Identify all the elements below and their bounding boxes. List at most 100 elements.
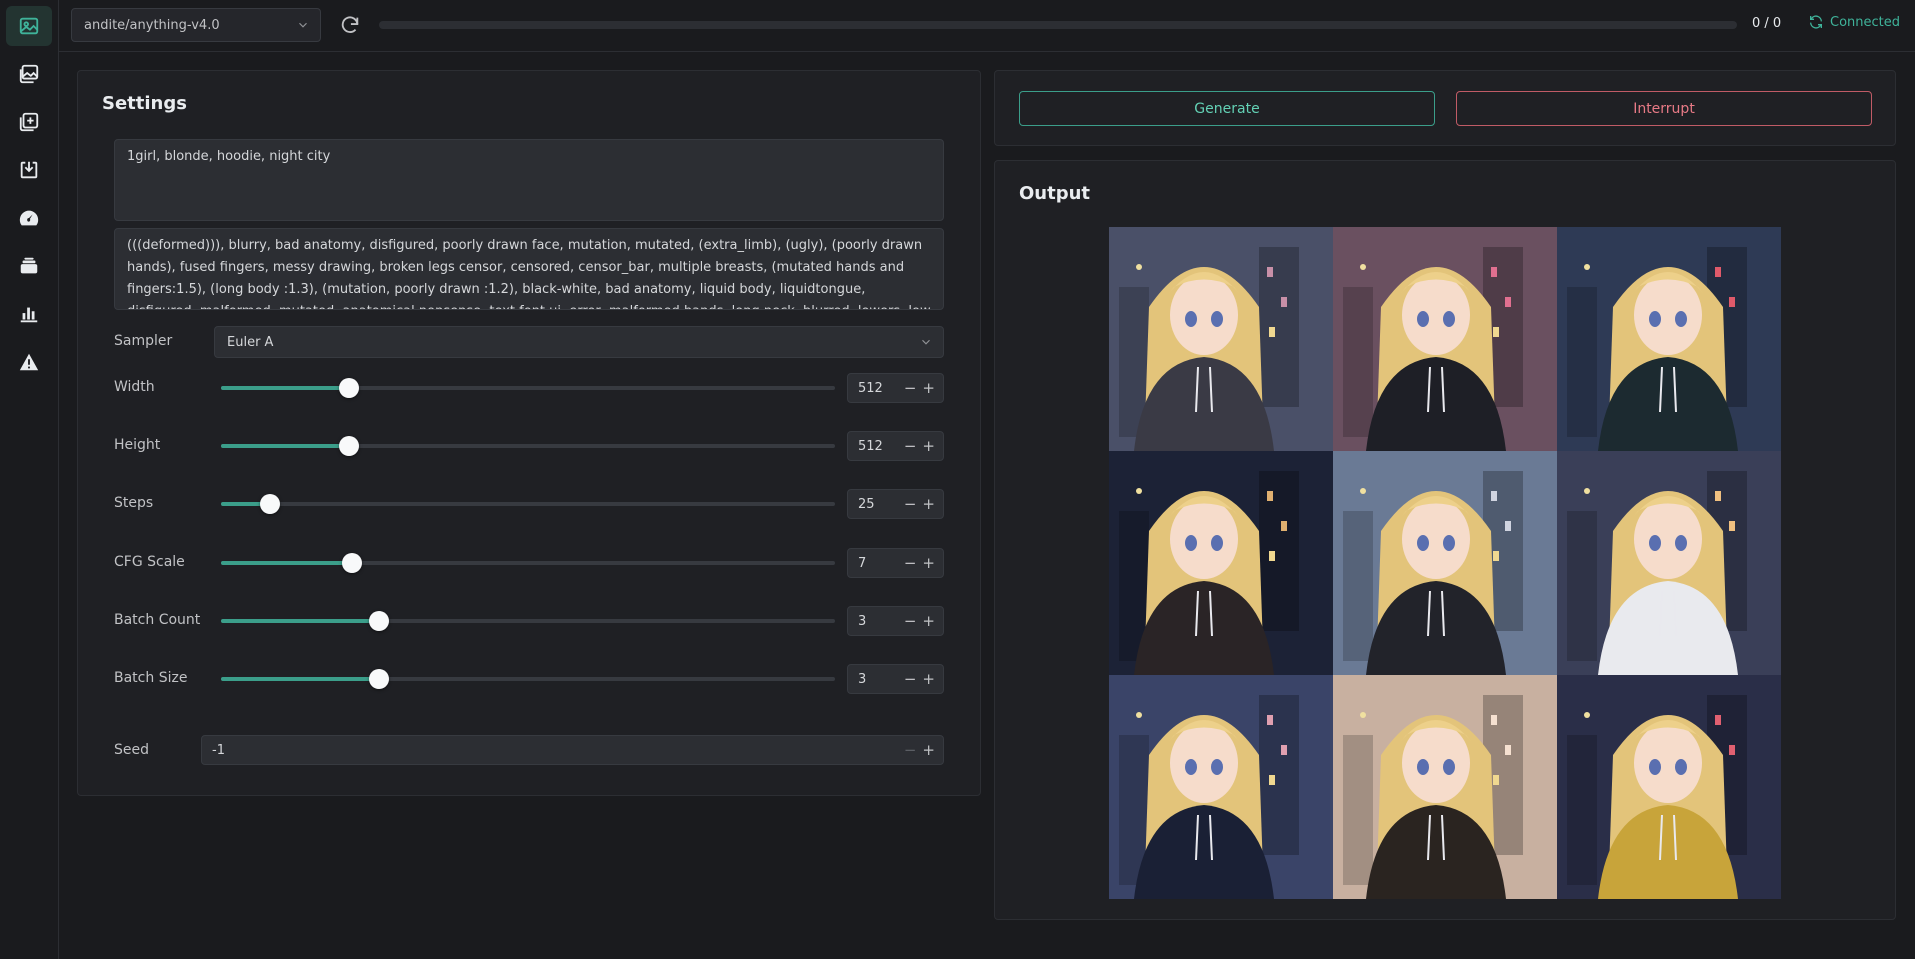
sidebar-item-downloads[interactable]	[6, 150, 52, 190]
model-select[interactable]: andite/anything-v4.0	[71, 8, 321, 42]
number-input-value: 7	[858, 555, 867, 571]
slider-track[interactable]	[221, 611, 835, 631]
slider-label: Batch Size	[114, 670, 188, 686]
number-stepper: − +	[904, 496, 935, 512]
decrement-button[interactable]: −	[904, 438, 917, 454]
seed-increment-button[interactable]: +	[922, 742, 935, 758]
output-image[interactable]	[1557, 451, 1781, 675]
output-image-render	[1557, 227, 1781, 451]
number-input[interactable]: 512 − +	[847, 373, 944, 403]
seed-input[interactable]: -1 − +	[201, 735, 944, 765]
number-input-value: 512	[858, 380, 883, 396]
slider-label: Width	[114, 379, 155, 395]
settings-panel: Settings 1girl, blonde, hoodie, night ci…	[77, 70, 981, 796]
slider-track[interactable]	[221, 436, 835, 456]
slider-thumb[interactable]	[260, 494, 281, 514]
increment-button[interactable]: +	[922, 671, 935, 687]
number-stepper: − +	[904, 555, 935, 571]
sidebar-item-errors[interactable]	[6, 342, 52, 382]
status-label: Connected	[1830, 14, 1901, 30]
number-input[interactable]: 512 − +	[847, 431, 944, 461]
number-input[interactable]: 25 − +	[847, 489, 944, 519]
slider-thumb[interactable]	[368, 669, 389, 689]
decrement-button[interactable]: −	[904, 380, 917, 396]
output-image-render	[1557, 451, 1781, 675]
sidebar-item-models[interactable]	[6, 198, 52, 238]
output-image-render	[1333, 675, 1557, 899]
number-input-value: 25	[858, 496, 875, 512]
output-image[interactable]	[1333, 227, 1557, 451]
action-panel: Generate Interrupt	[994, 70, 1896, 146]
output-image-render	[1109, 675, 1333, 899]
seed-decrement-button[interactable]: −	[904, 742, 917, 758]
stack-icon	[20, 257, 38, 274]
chevron-down-icon	[922, 339, 930, 345]
output-image[interactable]	[1333, 675, 1557, 899]
interrupt-button[interactable]: Interrupt	[1456, 91, 1872, 126]
increment-button[interactable]: +	[922, 380, 935, 396]
decrement-button[interactable]: −	[904, 555, 917, 571]
sidebar-item-txt2img[interactable]	[6, 6, 52, 46]
slider-track[interactable]	[221, 378, 835, 398]
top-bar: andite/anything-v4.0 0 / 0 Connected	[59, 0, 1915, 52]
output-image-render	[1557, 675, 1781, 899]
number-input-value: 3	[858, 613, 867, 629]
model-select-value: andite/anything-v4.0	[84, 17, 220, 33]
slider-thumb[interactable]	[339, 378, 360, 398]
slider-fill	[221, 386, 350, 390]
image-icon	[19, 17, 39, 35]
generate-button[interactable]: Generate	[1019, 91, 1435, 126]
slider-thumb[interactable]	[339, 436, 360, 456]
sync-icon	[1810, 15, 1822, 29]
sampler-label: Sampler	[114, 333, 173, 349]
sidebar-item-stats[interactable]	[6, 294, 52, 334]
number-input[interactable]: 3 − +	[847, 606, 944, 636]
decrement-button[interactable]: −	[904, 613, 917, 629]
slider-thumb[interactable]	[342, 553, 363, 573]
output-panel: Output	[994, 160, 1896, 920]
increment-button[interactable]: +	[922, 613, 935, 629]
slider-fill	[221, 619, 379, 623]
prompt-input[interactable]: 1girl, blonde, hoodie, night city	[114, 139, 944, 221]
progress-bar	[379, 21, 1737, 29]
increment-button[interactable]: +	[922, 555, 935, 571]
progress-text: 0 / 0	[1752, 16, 1782, 31]
slider-label: Steps	[114, 495, 154, 511]
output-image[interactable]	[1333, 451, 1557, 675]
slider-thumb[interactable]	[368, 611, 389, 631]
output-image[interactable]	[1109, 451, 1333, 675]
output-image-render	[1333, 451, 1557, 675]
output-image[interactable]	[1109, 675, 1333, 899]
slider-label: CFG Scale	[114, 554, 185, 570]
decrement-button[interactable]: −	[904, 671, 917, 687]
sidebar-item-extras[interactable]	[6, 102, 52, 142]
connection-status: Connected	[1808, 14, 1900, 30]
slider-fill	[221, 677, 379, 681]
decrement-button[interactable]: −	[904, 496, 917, 512]
slider-track[interactable]	[221, 669, 835, 689]
refresh-icon[interactable]	[339, 14, 361, 36]
output-image[interactable]	[1557, 675, 1781, 899]
sidebar-item-storage[interactable]	[6, 246, 52, 286]
number-stepper: − +	[904, 613, 935, 629]
increment-button[interactable]: +	[922, 438, 935, 454]
number-input[interactable]: 7 − +	[847, 548, 944, 578]
number-input[interactable]: 3 − +	[847, 664, 944, 694]
number-stepper: − +	[904, 671, 935, 687]
number-input-value: 512	[858, 438, 883, 454]
output-image[interactable]	[1109, 227, 1333, 451]
slider-track[interactable]	[221, 553, 835, 573]
sampler-select[interactable]: Euler A	[214, 326, 944, 358]
sidebar-item-img2img[interactable]	[6, 54, 52, 94]
download-icon	[20, 161, 38, 179]
slider-fill	[221, 444, 350, 448]
number-stepper: − +	[904, 380, 935, 396]
seed-stepper: − +	[904, 742, 935, 758]
output-image[interactable]	[1557, 227, 1781, 451]
chevron-down-icon	[299, 22, 307, 28]
increment-button[interactable]: +	[922, 496, 935, 512]
negative-prompt-input[interactable]: (((deformed))), blurry, bad anatomy, dis…	[114, 228, 944, 310]
slider-track[interactable]	[221, 494, 835, 514]
number-input-value: 3	[858, 671, 867, 687]
sampler-value: Euler A	[227, 334, 274, 350]
